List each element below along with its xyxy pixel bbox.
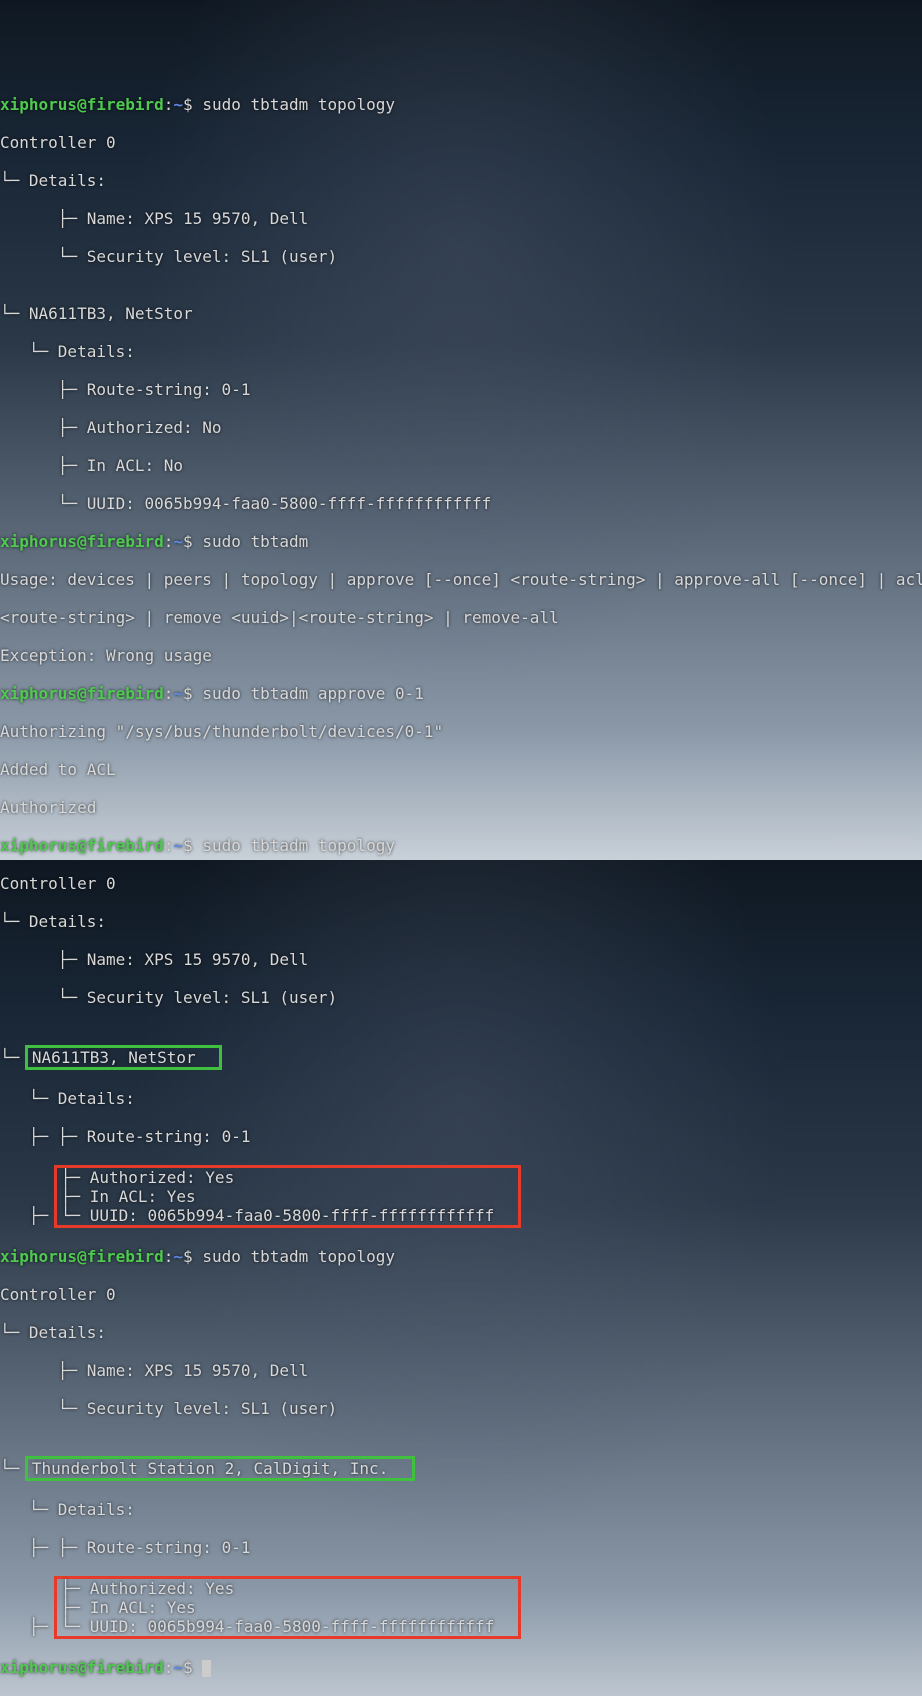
prompt-user: xiphorus bbox=[0, 95, 77, 114]
output-details: └─ Details: bbox=[0, 1089, 922, 1108]
output-details: └─ Details: bbox=[0, 342, 922, 361]
command-tbtadm: sudo tbtadm bbox=[202, 532, 308, 551]
output-name: ├─ Name: XPS 15 9570, Dell bbox=[0, 1361, 922, 1380]
output-authorized-highlighted: ├─ ├─ Authorized: Yes ├─ In ACL: Yes └─ … bbox=[0, 1165, 922, 1228]
output-added: Added to ACL bbox=[0, 760, 922, 779]
output-device-highlighted: └─ Thunderbolt Station 2, CalDigit, Inc. bbox=[0, 1456, 922, 1481]
output-authorized: Authorized bbox=[0, 798, 922, 817]
output-uuid: └─ UUID: 0065b994-faa0-5800-ffff-fffffff… bbox=[0, 494, 922, 513]
output-controller: Controller 0 bbox=[0, 874, 922, 893]
output-seclevel: └─ Security level: SL1 (user) bbox=[0, 1399, 922, 1418]
output-controller: Controller 0 bbox=[0, 133, 922, 152]
prompt-line: xiphorus@firebird:~$ sudo tbtadm topolog… bbox=[0, 1247, 922, 1266]
output-name: ├─ Name: XPS 15 9570, Dell bbox=[0, 209, 922, 228]
prompt-line: xiphorus@firebird:~$ sudo tbtadm topolog… bbox=[0, 95, 922, 114]
command-approve: sudo tbtadm approve 0-1 bbox=[202, 684, 424, 703]
prompt-host: firebird bbox=[87, 95, 164, 114]
output-device-highlighted: └─ NA611TB3, NetStor bbox=[0, 1045, 922, 1070]
cursor-icon bbox=[202, 1660, 211, 1677]
output-seclevel: └─ Security level: SL1 (user) bbox=[0, 988, 922, 1007]
prompt-line: xiphorus@firebird:~$ sudo tbtadm topolog… bbox=[0, 836, 922, 855]
output-authorizing: Authorizing "/sys/bus/thunderbolt/device… bbox=[0, 722, 922, 741]
command-topology: sudo tbtadm topology bbox=[202, 1247, 395, 1266]
highlight-device-green: Thunderbolt Station 2, CalDigit, Inc. bbox=[25, 1456, 415, 1481]
prompt-path: ~ bbox=[173, 95, 183, 114]
output-route: ├─ Route-string: 0-1 bbox=[0, 380, 922, 399]
watermark: @51CTO博客 bbox=[831, 833, 912, 852]
output-details: └─ Details: bbox=[0, 1500, 922, 1519]
output-authorized: ├─ Authorized: No bbox=[0, 418, 922, 437]
output-usage: <route-string> | remove <uuid>|<route-st… bbox=[0, 608, 922, 627]
output-details: └─ Details: bbox=[0, 1323, 922, 1342]
output-inacl: ├─ In ACL: No bbox=[0, 456, 922, 475]
highlight-auth-red: ├─ Authorized: Yes ├─ In ACL: Yes └─ UUI… bbox=[54, 1576, 521, 1639]
output-route: ├─ ├─ Route-string: 0-1 bbox=[0, 1538, 922, 1557]
highlight-auth-red: ├─ Authorized: Yes ├─ In ACL: Yes └─ UUI… bbox=[54, 1165, 521, 1228]
prompt-line: xiphorus@firebird:~$ sudo tbtadm approve… bbox=[0, 684, 922, 703]
output-exception: Exception: Wrong usage bbox=[0, 646, 922, 665]
output-device: └─ NA611TB3, NetStor bbox=[0, 304, 922, 323]
output-route: ├─ ├─ Route-string: 0-1 bbox=[0, 1127, 922, 1146]
highlight-device-green: NA611TB3, NetStor bbox=[25, 1045, 222, 1070]
output-details: └─ Details: bbox=[0, 912, 922, 931]
output-authorized-highlighted: ├─ ├─ Authorized: Yes ├─ In ACL: Yes └─ … bbox=[0, 1576, 922, 1639]
output-details: └─ Details: bbox=[0, 171, 922, 190]
output-name: ├─ Name: XPS 15 9570, Dell bbox=[0, 950, 922, 969]
command-topology: sudo tbtadm topology bbox=[202, 95, 395, 114]
terminal[interactable]: xiphorus@firebird:~$ sudo tbtadm topolog… bbox=[0, 76, 922, 936]
output-seclevel: └─ Security level: SL1 (user) bbox=[0, 247, 922, 266]
prompt-line-active[interactable]: xiphorus@firebird:~$ bbox=[0, 1658, 922, 1677]
output-controller: Controller 0 bbox=[0, 1285, 922, 1304]
output-usage: Usage: devices | peers | topology | appr… bbox=[0, 570, 922, 589]
prompt-line: xiphorus@firebird:~$ sudo tbtadm bbox=[0, 532, 922, 551]
command-topology: sudo tbtadm topology bbox=[202, 836, 395, 855]
